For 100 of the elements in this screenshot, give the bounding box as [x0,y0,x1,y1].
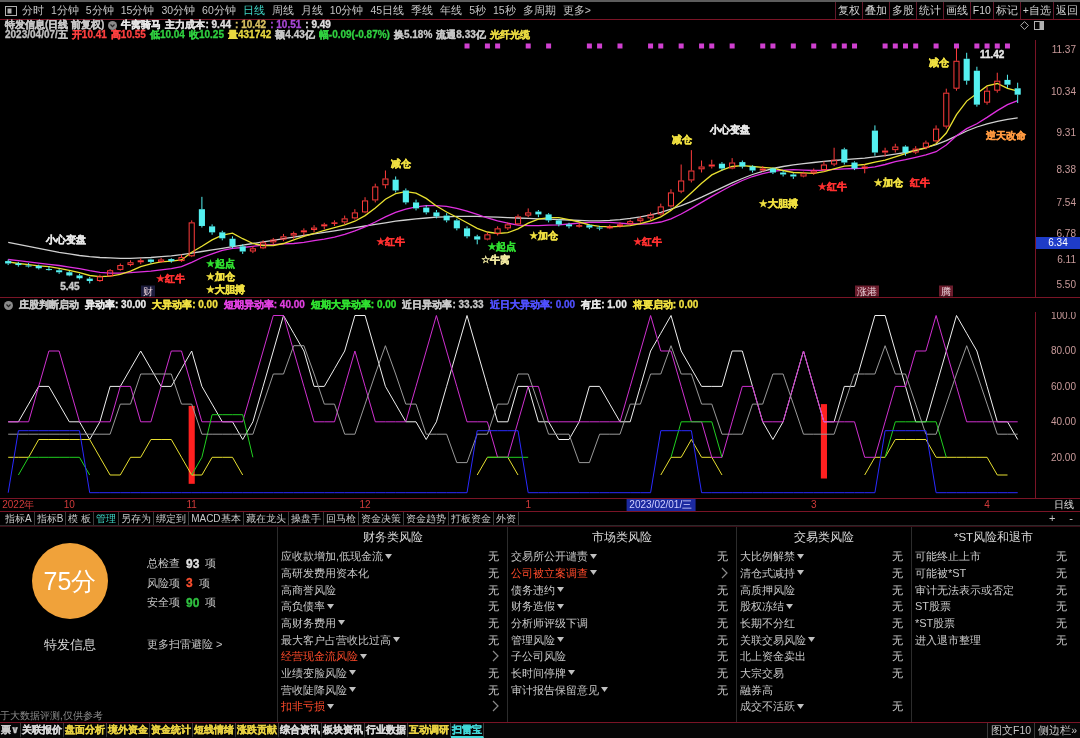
caret-icon[interactable] [797,703,804,709]
zoom-button[interactable]: + [1041,512,1063,525]
event-tag[interactable]: 涨港 [854,285,879,297]
risk-item-label: 营收陡降风险 [281,682,347,697]
caret-icon[interactable] [349,687,356,693]
sidebar-icon[interactable] [1034,20,1044,30]
candle [780,170,787,177]
toolbar-button[interactable]: 复权 [834,2,862,19]
risk-status: 无 [488,682,499,697]
chart-annotation: 减仓 [670,134,693,146]
toolbar-button[interactable]: 画线 [942,2,970,19]
candle [494,225,501,237]
period-tab[interactable]: 15秒 [490,2,518,19]
caret-icon[interactable] [327,603,334,609]
caret-icon[interactable] [601,687,608,693]
caret-icon[interactable] [808,637,815,643]
bottom-tab[interactable]: 互动调研 [408,723,452,738]
candle [647,211,654,221]
bottom-tab[interactable]: 关联报价 [21,723,65,738]
caret-icon[interactable] [568,670,575,676]
caret-icon[interactable] [393,637,400,643]
event-tag[interactable]: 财 [140,285,155,297]
period-tab[interactable]: 10分钟 [327,2,366,19]
indicator-tab[interactable]: 外资 [493,512,519,525]
indicator-tab[interactable]: 模 板 [66,512,95,525]
zoom-button[interactable]: - [1062,512,1080,525]
period-tab[interactable]: 45日线 [368,2,407,19]
diamond-icon[interactable] [1020,20,1029,30]
period-tab[interactable]: 15分钟 [118,2,157,19]
indicator-tab[interactable]: 另存为 [119,512,155,525]
caret-icon[interactable] [349,670,356,676]
toolbar-button[interactable]: 标记 [992,2,1020,19]
bottom-tab[interactable]: 扫雷宝 [451,723,485,738]
period-tab[interactable]: 5秒 [467,2,488,19]
bottom-tab[interactable]: 盘面分析 [64,723,108,738]
chevron-right-icon[interactable] [721,567,728,579]
caret-icon[interactable] [557,587,564,593]
caret-icon[interactable] [797,570,804,576]
caret-icon[interactable] [557,637,564,643]
period-tab[interactable]: 分时 [20,2,46,19]
indicator-tab[interactable]: 回马枪 [323,512,359,525]
period-tab[interactable]: 多周期 [520,2,558,19]
side-button[interactable]: 侧边栏» [1034,723,1080,738]
bottom-tab[interactable]: 涨跌贡献 [236,723,280,738]
bottom-tab[interactable]: 资金统计 [150,723,194,738]
caret-icon[interactable] [797,553,804,559]
indicator-tab[interactable]: 绑定到 [154,512,190,525]
period-tab[interactable]: 周线 [269,2,296,19]
caret-icon[interactable] [557,603,564,609]
caret-icon[interactable] [360,653,367,659]
bottom-tab[interactable]: 短线情绪 [193,723,237,738]
toolbar-button[interactable]: F10 [969,2,993,19]
candle [402,187,409,205]
indicator-tab[interactable]: 资金趋势 [403,512,449,525]
bottom-tab[interactable]: 板块资讯 [322,723,366,738]
period-tab[interactable]: 季线 [409,2,436,19]
period-tab[interactable]: 5分钟 [83,2,116,19]
period-tab[interactable]: 年线 [438,2,465,19]
period-tab[interactable]: 日线 [240,2,267,19]
toolbar-button[interactable]: 返回 [1053,2,1080,19]
chevron-right-icon[interactable] [492,700,499,713]
candle [372,183,379,203]
panel-icon[interactable] [5,5,17,16]
toolbar-button[interactable]: 多股 [888,2,916,19]
period-tab[interactable]: 60分钟 [200,2,238,19]
chevron-right-icon[interactable] [492,650,499,663]
toolbar-button[interactable]: 叠加 [861,2,889,19]
caret-icon[interactable] [786,603,793,609]
indicator-tab[interactable]: MACD基本 [189,512,244,525]
toolbar-button[interactable]: 统计 [915,2,943,19]
period-tab[interactable]: 1分钟 [49,2,81,19]
indicator-tab[interactable]: 资金决策 [358,512,404,525]
indicator-tab[interactable]: 藏在龙头 [243,512,289,525]
toolbar-button[interactable]: +自选 [1019,2,1053,19]
period-tab[interactable]: 月线 [298,2,325,19]
caret-icon[interactable] [327,703,334,709]
caret-icon[interactable] [338,620,345,626]
side-button[interactable]: 图文F10 [987,723,1035,738]
more-menu[interactable]: 更多> [560,2,593,19]
bottom-tab[interactable]: 综合资讯 [279,723,323,738]
candle [351,208,358,221]
caret-icon[interactable] [590,570,597,576]
indicator-tab[interactable]: 管理 [94,512,120,525]
caret-icon[interactable] [385,553,393,559]
dropdown-icon[interactable] [4,300,13,310]
bottom-tab[interactable]: 行业数据 [365,723,409,738]
period-tab[interactable]: 30分钟 [159,2,198,19]
caret-icon[interactable] [590,553,597,559]
indicator-tab[interactable]: 指标B [34,512,67,525]
indicator-tab[interactable]: 指标A [3,512,35,525]
dropdown-icon[interactable] [108,20,118,30]
bottom-tab[interactable]: 票∨ [0,723,22,738]
more-scan-link[interactable]: 更多扫雷避险 > [147,636,223,652]
risk-item-label: 北上资金卖出 [740,649,806,664]
indicator-tab[interactable]: 打板资金 [448,512,494,525]
bottom-tab[interactable]: 境外资金 [107,723,151,738]
event-tag[interactable]: 腾 [939,285,954,297]
indicator-tab[interactable]: 操盘手 [288,512,324,525]
candle [188,219,195,258]
candle [86,276,93,284]
